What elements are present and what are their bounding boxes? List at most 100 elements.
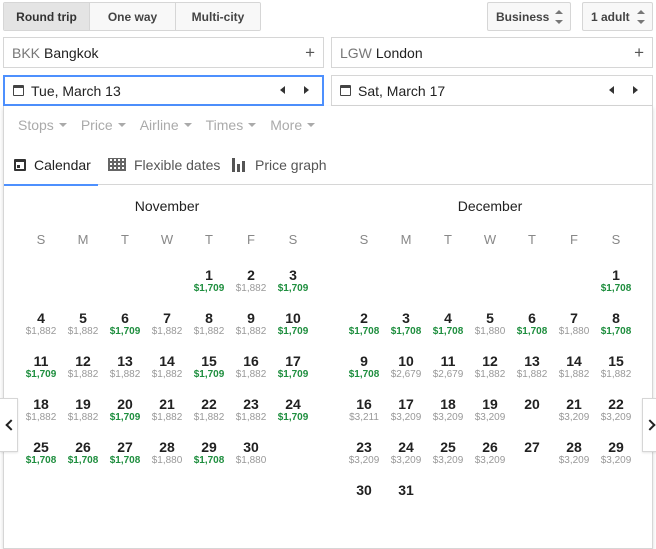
calendar-day[interactable]: 23 $1,882	[230, 396, 272, 439]
filter-price[interactable]: Price	[81, 117, 126, 133]
calendar-day[interactable]: 30 $1,880	[230, 439, 272, 482]
calendar-day[interactable]: 26 $3,209	[469, 439, 511, 482]
destination-field[interactable]: LGW London +	[331, 37, 653, 68]
calendar-day[interactable]: 5 $1,880	[469, 310, 511, 353]
prev-month-button[interactable]	[0, 398, 18, 452]
calendar-day[interactable]: 17 $1,709	[272, 353, 314, 396]
calendar-day[interactable]: 24 $3,209	[385, 439, 427, 482]
calendar-day[interactable]: 2 $1,708	[343, 310, 385, 353]
calendar-day[interactable]: 15 $1,709	[188, 353, 230, 396]
weekday-label: S	[359, 232, 369, 247]
prev-date-icon[interactable]	[280, 86, 285, 94]
round-trip-button[interactable]: Round trip	[4, 3, 90, 30]
calendar-day[interactable]: 1 $1,708	[595, 267, 637, 310]
calendar-day[interactable]: 25 $1,708	[20, 439, 62, 482]
day-price: $1,880	[558, 326, 590, 337]
calendar-day[interactable]: 15 $1,882	[595, 353, 637, 396]
calendar-day[interactable]: 26 $1,708	[62, 439, 104, 482]
calendar-day[interactable]: 7 $1,880	[553, 310, 595, 353]
caret-down-icon	[307, 123, 316, 127]
prev-date-icon[interactable]	[609, 86, 614, 94]
calendar-day[interactable]: 29 $1,708	[188, 439, 230, 482]
calendar-day[interactable]: 27 $1,708	[104, 439, 146, 482]
filter-more[interactable]: More	[270, 117, 316, 133]
calendar-day[interactable]: 6 $1,709	[104, 310, 146, 353]
calendar-day[interactable]: 31	[385, 482, 427, 525]
calendar-day[interactable]: 9 $1,708	[343, 353, 385, 396]
next-date-icon[interactable]	[633, 86, 638, 94]
tab-price-graph[interactable]: Price graph	[232, 144, 327, 185]
next-date-icon[interactable]	[304, 86, 309, 94]
filter-airline[interactable]: Airline	[140, 117, 192, 133]
day-price: $1,880	[235, 455, 267, 466]
calendar-day[interactable]: 22 $1,882	[188, 396, 230, 439]
calendar-day[interactable]: 21 $1,882	[146, 396, 188, 439]
day-number: 1	[612, 267, 620, 283]
calendar-day[interactable]: 12 $1,882	[469, 353, 511, 396]
filter-label: Price	[80, 117, 113, 133]
calendar-day[interactable]: 21 $3,209	[553, 396, 595, 439]
calendar-day[interactable]: 1 $1,709	[188, 267, 230, 310]
calendar-day[interactable]: 25 $3,209	[427, 439, 469, 482]
departure-date-field[interactable]: Tue, March 13	[3, 75, 324, 106]
filter-times[interactable]: Times	[206, 117, 257, 133]
calendar-day[interactable]: 29 $3,209	[595, 439, 637, 482]
day-price: $1,709	[109, 326, 141, 337]
return-date-field[interactable]: Sat, March 17	[331, 75, 653, 106]
day-price: $1,709	[277, 412, 309, 423]
calendar-day[interactable]: 4 $1,708	[427, 310, 469, 353]
calendar-day[interactable]: 10 $2,679	[385, 353, 427, 396]
calendar-day[interactable]: 5 $1,882	[62, 310, 104, 353]
calendar-day[interactable]: 27	[511, 439, 553, 482]
calendar-day[interactable]: 24 $1,709	[272, 396, 314, 439]
calendar-day[interactable]: 9 $1,882	[230, 310, 272, 353]
calendar-day[interactable]: 18 $1,882	[20, 396, 62, 439]
calendar-day[interactable]: 20 $1,709	[104, 396, 146, 439]
calendar-day[interactable]: 17 $3,209	[385, 396, 427, 439]
calendar-day[interactable]: 19 $3,209	[469, 396, 511, 439]
plus-icon[interactable]: +	[634, 44, 644, 61]
calendar-day[interactable]: 16 $1,882	[230, 353, 272, 396]
one-way-button[interactable]: One way	[90, 3, 176, 30]
calendar-day[interactable]: 19 $1,882	[62, 396, 104, 439]
calendar-day[interactable]: 20	[511, 396, 553, 439]
day-price: $1,708	[348, 326, 380, 337]
calendar-day[interactable]: 11 $2,679	[427, 353, 469, 396]
origin-field[interactable]: BKK Bangkok +	[3, 37, 324, 68]
calendar-day[interactable]: 22 $3,209	[595, 396, 637, 439]
calendar-day[interactable]: 18 $3,209	[427, 396, 469, 439]
multi-city-button[interactable]: Multi-city	[176, 3, 260, 30]
calendar-day[interactable]: 6 $1,708	[511, 310, 553, 353]
calendar-day[interactable]: 12 $1,882	[62, 353, 104, 396]
destination-city: London	[375, 44, 423, 61]
calendar-day[interactable]: 7 $1,882	[146, 310, 188, 353]
calendar-day[interactable]: 13 $1,882	[104, 353, 146, 396]
calendar-day[interactable]: 28 $1,880	[146, 439, 188, 482]
day-price: $1,709	[277, 283, 309, 294]
bar-chart-icon	[232, 157, 247, 172]
calendar-day[interactable]: 11 $1,709	[20, 353, 62, 396]
filter-stops[interactable]: Stops	[18, 117, 67, 133]
calendar-day[interactable]: 2 $1,882	[230, 267, 272, 310]
calendar-day[interactable]: 13 $1,882	[511, 353, 553, 396]
tab-label: Flexible dates	[134, 156, 221, 173]
calendar-day[interactable]: 16 $3,211	[343, 396, 385, 439]
tab-calendar[interactable]: Calendar	[4, 144, 98, 186]
calendar-day[interactable]: 28 $3,209	[553, 439, 595, 482]
calendar-day[interactable]: 30	[343, 482, 385, 525]
calendar-day[interactable]: 14 $1,882	[553, 353, 595, 396]
calendar-day[interactable]: 10 $1,709	[272, 310, 314, 353]
calendar-day[interactable]: 4 $1,882	[20, 310, 62, 353]
calendar-day[interactable]: 8 $1,708	[595, 310, 637, 353]
plus-icon[interactable]: +	[305, 44, 315, 61]
tab-flexible-dates[interactable]: Flexible dates	[108, 144, 220, 185]
calendar-day[interactable]: 14 $1,882	[146, 353, 188, 396]
next-month-button[interactable]	[642, 398, 656, 452]
calendar-day[interactable]: 8 $1,882	[188, 310, 230, 353]
day-number: 17	[285, 353, 301, 369]
calendar-day[interactable]: 3 $1,708	[385, 310, 427, 353]
passengers-select[interactable]: 1 adult	[582, 2, 653, 31]
cabin-class-select[interactable]: Business	[487, 2, 571, 31]
calendar-day[interactable]: 23 $3,209	[343, 439, 385, 482]
calendar-day[interactable]: 3 $1,709	[272, 267, 314, 310]
